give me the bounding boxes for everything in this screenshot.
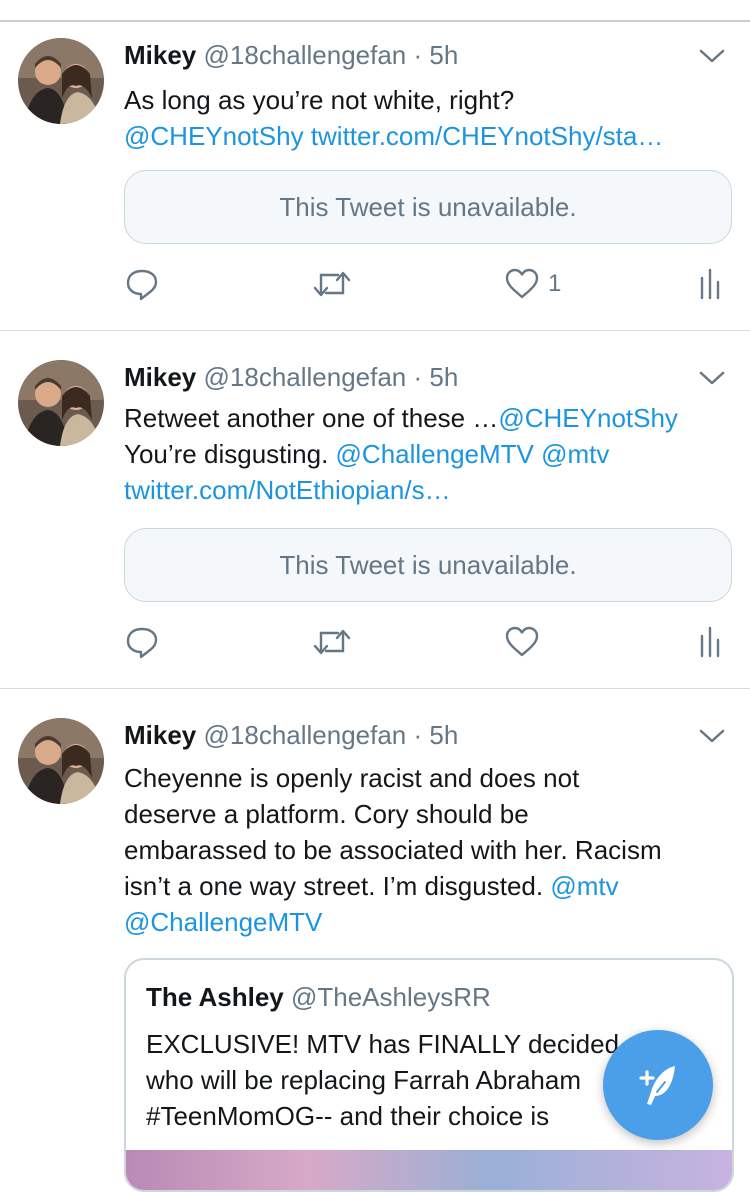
retweet-icon	[313, 271, 351, 297]
link[interactable]: twitter.com/NotEthiopian/s…	[124, 475, 451, 505]
analytics-icon	[700, 626, 720, 658]
mention-link[interactable]: @mtv	[550, 871, 618, 901]
tweet-text-line: twitter.com/NotEthiopian/s…	[124, 472, 734, 508]
text-run: Cheyenne is openly racist and does not	[124, 763, 580, 793]
link[interactable]: @CHEYnotShy twitter.com/CHEYnotShy/sta…	[124, 121, 663, 151]
display-name[interactable]: Mikey	[124, 720, 196, 750]
username[interactable]: @18challengefan	[204, 362, 407, 392]
analytics-button[interactable]	[698, 624, 724, 660]
unavailable-tweet-card: This Tweet is unavailable.	[124, 170, 732, 244]
unavailable-tweet-card: This Tweet is unavailable.	[124, 528, 732, 602]
heart-icon	[505, 268, 539, 299]
tweet[interactable]: Mikey @18challengefan · 5h Retweet anoth…	[0, 360, 750, 688]
avatar[interactable]	[18, 360, 104, 446]
analytics-icon	[700, 268, 720, 300]
text-run: isn’t a one way street. I’m disgusted.	[124, 871, 551, 901]
unavailable-message: This Tweet is unavailable.	[279, 191, 577, 222]
like-count: 1	[548, 270, 562, 297]
action-bar	[124, 624, 730, 660]
retweet-button[interactable]	[312, 624, 352, 660]
separator: ·	[413, 720, 423, 750]
tweet-text-line: isn’t a one way street. I’m disgusted. @…	[124, 868, 734, 904]
username[interactable]: @18challengefan	[204, 720, 407, 750]
display-name[interactable]: Mikey	[124, 362, 196, 392]
separator: ·	[413, 362, 423, 392]
chevron-down-icon[interactable]	[698, 726, 726, 746]
text-run: You’re disgusting.	[124, 439, 336, 469]
mention-link[interactable]: @ChallengeMTV	[124, 907, 322, 937]
tweet-text-line: deserve a platform. Cory should be	[124, 796, 734, 832]
tweet-text: As long as you’re not white, right? @CHE…	[124, 82, 734, 154]
mention-link[interactable]: @CHEYnotShy	[498, 403, 678, 433]
compose-tweet-button[interactable]	[603, 1030, 713, 1140]
chevron-down-icon[interactable]	[698, 46, 726, 66]
tweet-text-line: embarassed to be associated with her. Ra…	[124, 832, 734, 868]
reply-button[interactable]	[124, 624, 160, 660]
avatar[interactable]	[18, 38, 104, 124]
tweet-text-line: You’re disgusting. @ChallengeMTV @mtv	[124, 436, 734, 472]
text-run: Retweet another one of these …	[124, 403, 499, 433]
reply-icon	[126, 269, 158, 301]
tweet-divider	[0, 330, 750, 331]
timestamp[interactable]: 5h	[429, 40, 458, 70]
tweet-text: Cheyenne is openly racist and does not d…	[124, 760, 734, 940]
heart-icon	[505, 626, 539, 657]
compose-tweet-icon	[639, 1066, 675, 1105]
tweet-header: Mikey @18challengefan · 5h	[124, 360, 458, 394]
like-button[interactable]	[504, 624, 540, 660]
text-run: As long as you’re not white, right?	[124, 85, 515, 115]
tweet-text-line: Retweet another one of these …@CHEYnotSh…	[124, 400, 734, 436]
unavailable-message: This Tweet is unavailable.	[279, 549, 577, 580]
action-bar: 1	[124, 266, 730, 302]
tweet-text-line: Cheyenne is openly racist and does not	[124, 760, 734, 796]
tweet-text-line: As long as you’re not white, right?	[124, 82, 734, 118]
tweet-text-line: @ChallengeMTV	[124, 904, 734, 940]
tweet-divider	[0, 688, 750, 689]
tweet-header: Mikey @18challengefan · 5h	[124, 718, 458, 752]
quoted-display-name: The Ashley	[146, 982, 284, 1012]
timestamp[interactable]: 5h	[429, 362, 458, 392]
quoted-username: @TheAshleysRR	[290, 982, 491, 1012]
username[interactable]: @18challengefan	[204, 40, 407, 70]
retweet-icon	[313, 629, 351, 655]
separator: ·	[413, 40, 423, 70]
tweet-header: Mikey @18challengefan · 5h	[124, 38, 458, 72]
quoted-tweet-header: The Ashley @TheAshleysRR	[146, 980, 491, 1014]
display-name[interactable]: Mikey	[124, 40, 196, 70]
chevron-down-icon[interactable]	[698, 368, 726, 388]
reply-icon	[126, 627, 158, 659]
timestamp[interactable]: 5h	[429, 720, 458, 750]
tweet-text: Retweet another one of these …@CHEYnotSh…	[124, 400, 734, 508]
text-run: deserve a platform. Cory should be	[124, 799, 529, 829]
avatar[interactable]	[18, 718, 104, 804]
retweet-button[interactable]	[312, 266, 352, 302]
top-divider	[0, 20, 750, 22]
text-run: embarassed to be associated with her. Ra…	[124, 835, 662, 865]
quoted-tweet-image	[126, 1150, 732, 1190]
analytics-button[interactable]	[698, 266, 724, 302]
tweet-text-line: @CHEYnotShy twitter.com/CHEYnotShy/sta…	[124, 118, 734, 154]
reply-button[interactable]	[124, 266, 160, 302]
tweet[interactable]: Mikey @18challengefan · 5h As long as yo…	[0, 38, 750, 330]
like-button[interactable]: 1	[504, 266, 561, 302]
mention-link[interactable]: @ChallengeMTV @mtv	[336, 439, 610, 469]
